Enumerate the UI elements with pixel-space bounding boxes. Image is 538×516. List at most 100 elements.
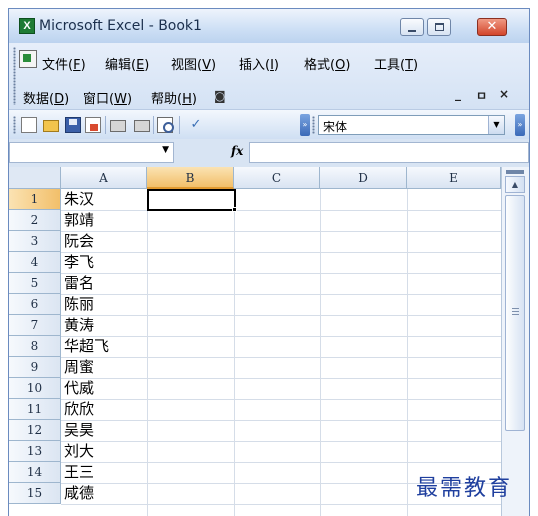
- row-header[interactable]: 8: [9, 336, 61, 357]
- chevron-down-icon[interactable]: ▼: [488, 116, 504, 134]
- gridline: [61, 399, 501, 400]
- font-name-value: 宋体: [323, 120, 348, 134]
- formula-bar: ▼ fx: [9, 139, 529, 167]
- fill-handle[interactable]: [232, 207, 237, 212]
- menu-edit[interactable]: 编辑(E): [105, 54, 149, 73]
- scroll-up-icon[interactable]: ▲: [505, 176, 525, 193]
- gridline: [234, 189, 235, 516]
- toolbar-separator: [105, 116, 106, 134]
- column-header-c[interactable]: C: [234, 167, 320, 189]
- workbook-minimize-button[interactable]: _: [455, 87, 461, 101]
- format-toolbar-grip-handle[interactable]: [312, 116, 315, 134]
- split-box[interactable]: [506, 170, 524, 174]
- row-header[interactable]: 14: [9, 462, 61, 483]
- column-header-d[interactable]: D: [320, 167, 407, 189]
- row-header[interactable]: 7: [9, 315, 61, 336]
- column-header-a[interactable]: A: [61, 167, 147, 189]
- row-header[interactable]: 3: [9, 231, 61, 252]
- cell-a1[interactable]: 朱汉: [64, 189, 94, 210]
- gridline: [61, 420, 501, 421]
- cell-a14[interactable]: 王三: [64, 462, 94, 483]
- cell-a6[interactable]: 陈丽: [64, 294, 94, 315]
- cell-a3[interactable]: 阮会: [64, 231, 94, 252]
- cell-a9[interactable]: 周蜜: [64, 357, 94, 378]
- cell-a10[interactable]: 代威: [64, 378, 94, 399]
- print-icon[interactable]: [134, 120, 150, 132]
- title-bar: X Microsoft Excel - Book1 ✕: [9, 9, 529, 43]
- workbook-close-button[interactable]: ×: [499, 87, 509, 101]
- menu-tools[interactable]: 工具(T): [374, 54, 418, 73]
- row-header[interactable]: 4: [9, 252, 61, 273]
- cell-a4[interactable]: 李飞: [64, 252, 94, 273]
- column-header-b[interactable]: B: [147, 167, 234, 189]
- camera-icon[interactable]: ◙: [214, 89, 226, 103]
- open-icon[interactable]: [43, 120, 59, 132]
- gridline: [61, 231, 501, 232]
- cell-a5[interactable]: 雷名: [64, 273, 94, 294]
- cell-a12[interactable]: 吴昊: [64, 420, 94, 441]
- row-header[interactable]: 9: [9, 357, 61, 378]
- menu-format[interactable]: 格式(O): [304, 54, 350, 73]
- cell-a11[interactable]: 欣欣: [64, 399, 94, 420]
- row-header[interactable]: 10: [9, 378, 61, 399]
- toolbar-separator: [179, 116, 180, 134]
- workbook-restore-button[interactable]: ㅁ: [476, 87, 487, 104]
- save-icon[interactable]: [65, 117, 81, 133]
- gridline: [61, 315, 501, 316]
- formula-input[interactable]: [249, 142, 529, 163]
- menu-data[interactable]: 数据(D): [23, 88, 69, 107]
- spelling-icon[interactable]: ✓: [185, 117, 207, 133]
- gridline: [61, 462, 501, 463]
- row-header[interactable]: 12: [9, 420, 61, 441]
- toolbar-options-icon[interactable]: »: [300, 114, 310, 136]
- menu-file[interactable]: 文件(F): [42, 54, 86, 73]
- minimize-button[interactable]: [400, 18, 424, 36]
- standard-toolbar: ✓ » 宋体 ▼ »: [9, 109, 529, 139]
- menu-bar: 文件(F) 编辑(E) 视图(V) 插入(I) 格式(O) 工具(T) 数据(D…: [9, 43, 529, 109]
- menu-window[interactable]: 窗口(W): [83, 88, 132, 107]
- worksheet-grid[interactable]: A B C D E 1 2 3 4 5 6 7 8 9 10 11 12 13 …: [9, 167, 529, 516]
- scrollbar-thumb[interactable]: [505, 195, 525, 431]
- cell-a7[interactable]: 黄涛: [64, 315, 94, 336]
- cell-a15[interactable]: 咸德: [64, 483, 94, 504]
- gridline: [61, 252, 501, 253]
- row-header[interactable]: 15: [9, 483, 61, 504]
- select-all-corner[interactable]: [9, 167, 61, 189]
- row-header[interactable]: 1: [9, 189, 61, 210]
- row-header[interactable]: 5: [9, 273, 61, 294]
- maximize-button[interactable]: [427, 18, 451, 36]
- new-icon[interactable]: [21, 117, 37, 133]
- menu-view[interactable]: 视图(V): [171, 54, 216, 73]
- menu-help[interactable]: 帮助(H): [151, 88, 197, 107]
- vertical-scrollbar[interactable]: ▲: [501, 167, 529, 516]
- gridline: [61, 273, 501, 274]
- cell-a8[interactable]: 华超飞: [64, 336, 109, 357]
- column-header-e[interactable]: E: [407, 167, 501, 189]
- toolbar-grip-handle[interactable]: [13, 116, 16, 134]
- print-icon[interactable]: [110, 120, 126, 132]
- close-button[interactable]: ✕: [477, 18, 507, 36]
- menu-grip-handle[interactable]: [13, 47, 16, 105]
- row-header[interactable]: 11: [9, 399, 61, 420]
- menu-insert[interactable]: 插入(I): [239, 54, 279, 73]
- name-box[interactable]: ▼: [9, 142, 174, 163]
- workbook-icon[interactable]: [19, 50, 37, 68]
- format-toolbar-options-icon[interactable]: »: [515, 114, 525, 136]
- cell-a2[interactable]: 郭靖: [64, 210, 94, 231]
- font-name-select[interactable]: 宋体 ▼: [318, 115, 505, 135]
- row-header[interactable]: 2: [9, 210, 61, 231]
- gridline: [61, 441, 501, 442]
- permission-icon[interactable]: [85, 117, 101, 133]
- gridline: [61, 210, 501, 211]
- cell-a13[interactable]: 刘大: [64, 441, 94, 462]
- chevron-down-icon[interactable]: ▼: [162, 145, 169, 155]
- active-cell-b1[interactable]: [147, 189, 236, 211]
- row-header[interactable]: 6: [9, 294, 61, 315]
- excel-app-icon[interactable]: X: [19, 18, 35, 34]
- insert-function-icon[interactable]: fx: [231, 144, 243, 158]
- row-header[interactable]: 13: [9, 441, 61, 462]
- minimize-icon: [408, 30, 416, 32]
- print-preview-icon[interactable]: [157, 117, 174, 133]
- window-title: Microsoft Excel - Book1: [39, 18, 202, 34]
- gridline: [61, 294, 501, 295]
